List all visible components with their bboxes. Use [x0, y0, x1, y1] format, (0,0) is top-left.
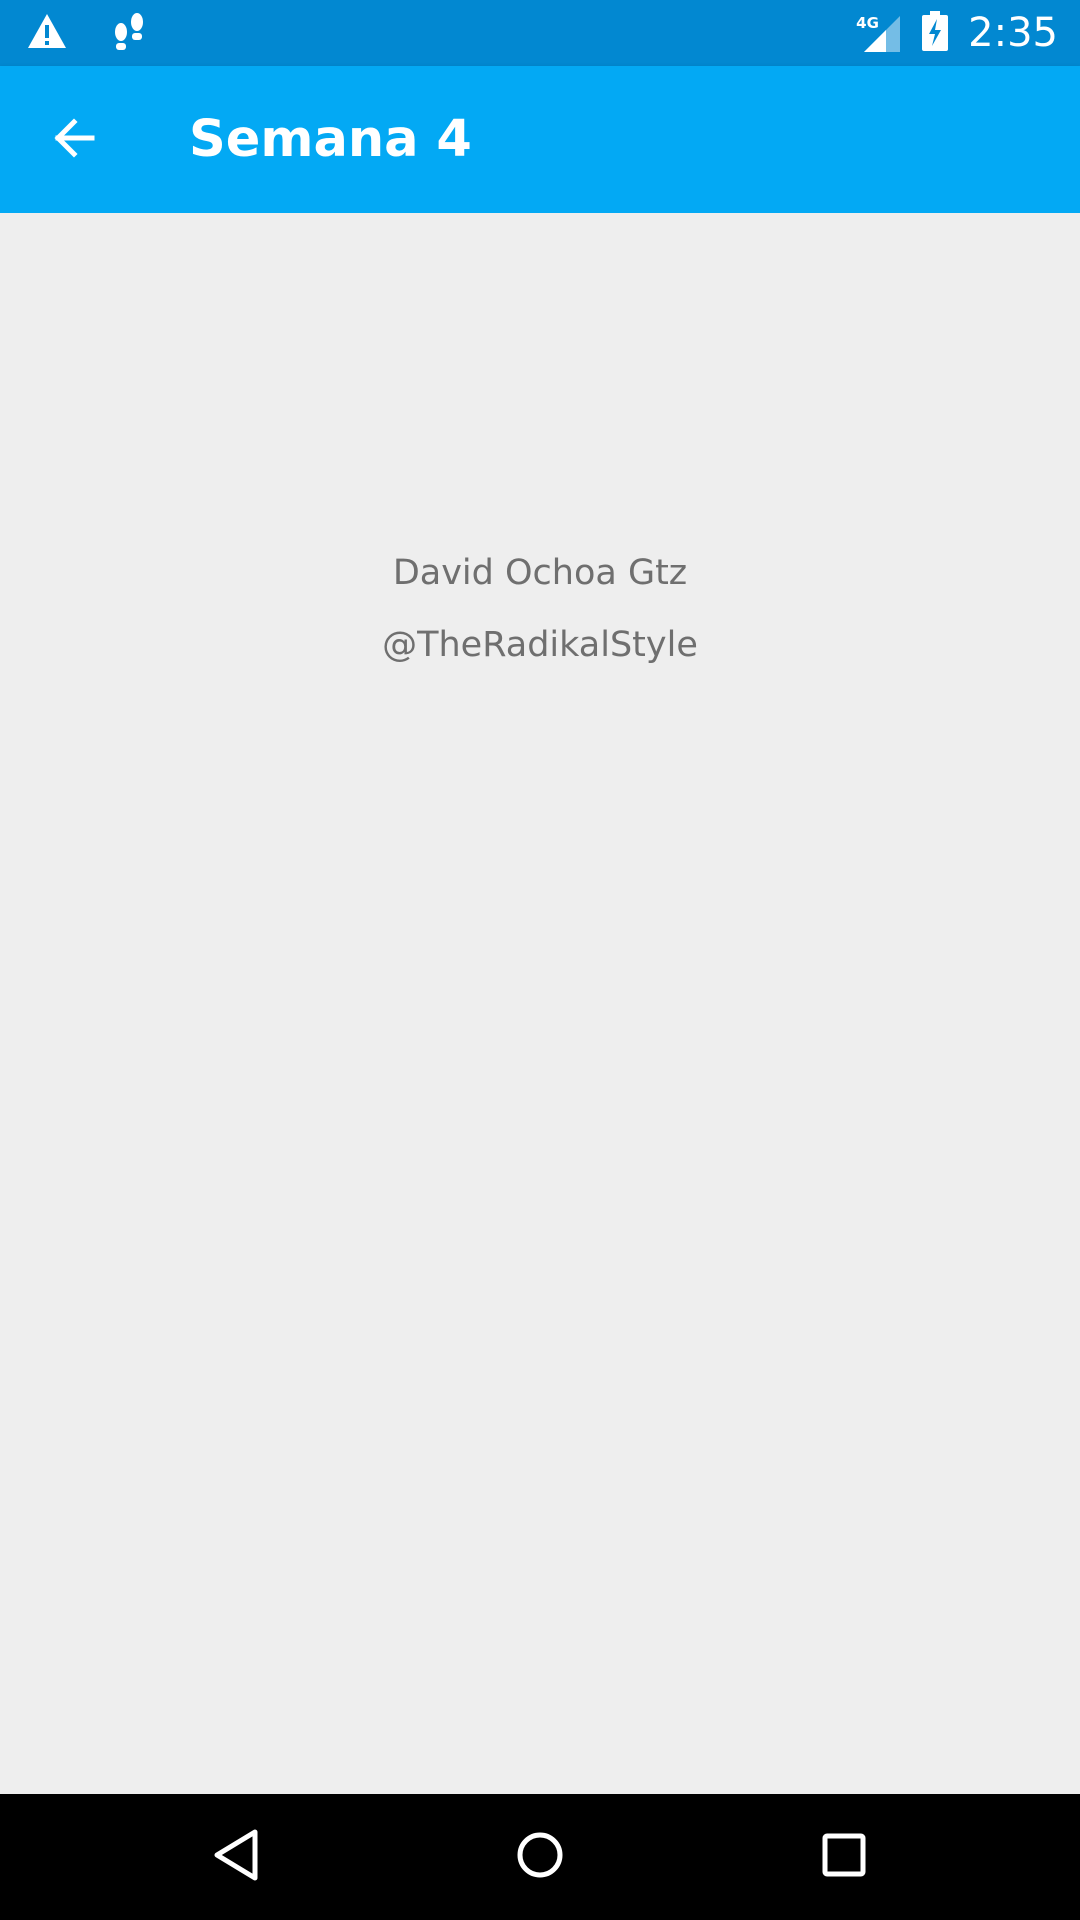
nav-recents-button[interactable]	[809, 1822, 879, 1892]
status-time: 2:35	[968, 10, 1058, 56]
nav-home-icon	[515, 1830, 565, 1884]
status-system: 4G 2:35	[856, 8, 1058, 58]
author-handle: @TheRadikalStyle	[382, 625, 698, 665]
status-bar: 4G 2:35	[0, 0, 1080, 66]
main-content: David Ochoa Gtz @TheRadikalStyle	[0, 213, 1080, 1794]
back-button[interactable]	[44, 110, 104, 170]
battery-charging-icon	[922, 11, 949, 55]
navigation-bar	[0, 1794, 1080, 1920]
page-title: Semana 4	[189, 110, 472, 169]
author-name: David Ochoa Gtz	[392, 553, 688, 593]
steps-icon	[112, 10, 146, 56]
nav-back-button[interactable]	[201, 1822, 271, 1892]
alert-icon	[26, 12, 68, 54]
app-bar: Semana 4	[0, 66, 1080, 213]
arrow-back-icon	[50, 114, 98, 166]
status-notifications	[26, 12, 146, 54]
nav-home-button[interactable]	[505, 1822, 575, 1892]
signal-icon: 4G	[856, 12, 902, 54]
nav-back-icon	[211, 1828, 261, 1886]
nav-recents-icon	[821, 1832, 867, 1882]
